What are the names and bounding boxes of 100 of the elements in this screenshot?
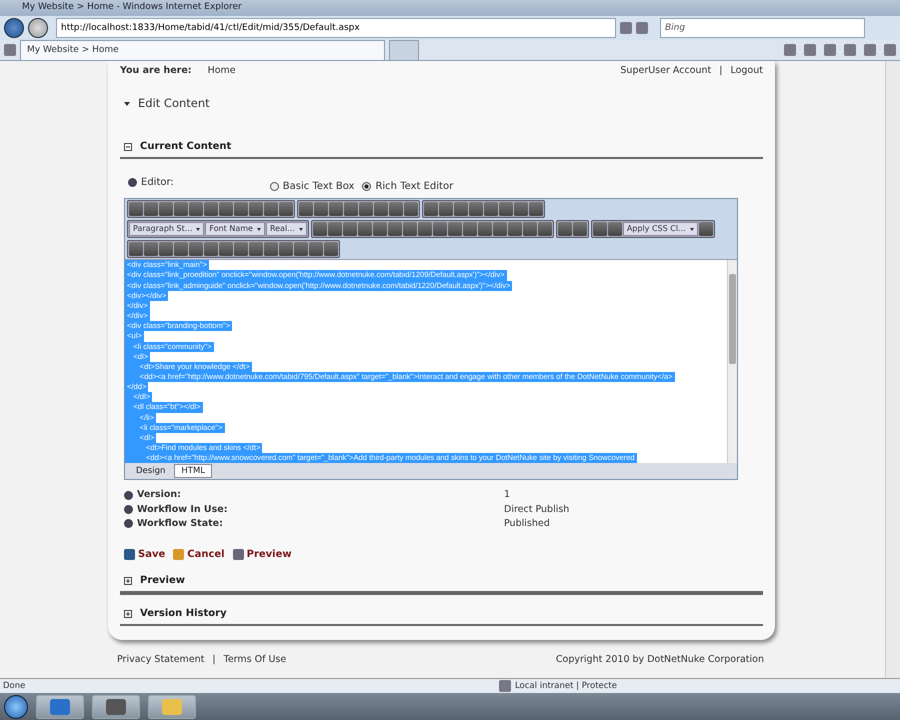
- security-zone: Local intranet | Protecte: [514, 680, 617, 692]
- toolbar-icon[interactable]: [328, 222, 342, 236]
- start-button[interactable]: [4, 695, 28, 719]
- toolbar-icon[interactable]: [294, 242, 308, 256]
- toolbar-icon[interactable]: [129, 202, 143, 216]
- toolbar-icon[interactable]: [432, 222, 447, 236]
- toolbar-icon[interactable]: [329, 202, 343, 216]
- toolbar-icon[interactable]: [448, 222, 462, 236]
- toolbar-icon[interactable]: [249, 202, 263, 216]
- toolbar-icon[interactable]: [309, 242, 323, 256]
- logout-link[interactable]: Logout: [730, 64, 763, 78]
- preview-link[interactable]: Preview: [232, 547, 292, 562]
- toolbar-icon[interactable]: [418, 222, 432, 236]
- toolbar-icon[interactable]: [592, 222, 607, 236]
- toolbar-icon[interactable]: [389, 202, 403, 216]
- toolbar-icon[interactable]: [189, 202, 203, 216]
- toolbar-dropdown[interactable]: Real...: [266, 222, 307, 236]
- expand-toggle-icon[interactable]: [124, 610, 132, 618]
- toolbar-icon[interactable]: [522, 222, 537, 236]
- user-account-link[interactable]: SuperUser Account: [620, 64, 712, 78]
- toolbar-icon[interactable]: [424, 202, 438, 216]
- toolbar-icon[interactable]: [492, 222, 507, 236]
- toolbar-icon[interactable]: [462, 222, 477, 236]
- toolbar-icon[interactable]: [478, 222, 492, 236]
- scrollbar[interactable]: [727, 260, 737, 464]
- section-title[interactable]: Preview: [140, 573, 186, 588]
- toolbar-dropdown[interactable]: Paragraph St...: [129, 222, 204, 236]
- toolbar-icon[interactable]: [129, 242, 143, 256]
- toolbar-icon[interactable]: [344, 202, 358, 216]
- toolbar-icon[interactable]: [312, 222, 327, 236]
- toolbar-icon[interactable]: [388, 222, 402, 236]
- status-text: Done: [3, 680, 26, 692]
- toolbar-icon[interactable]: [264, 242, 278, 256]
- toolbar-icon[interactable]: [234, 202, 248, 216]
- toolbar-icon[interactable]: [219, 242, 233, 256]
- copyright-text: Copyright 2010 by DotNetNuke Corporation: [556, 653, 764, 667]
- toolbar-icon[interactable]: [698, 222, 713, 236]
- toolbar-icon[interactable]: [234, 242, 248, 256]
- browser-tab[interactable]: My Website > Home: [20, 40, 385, 60]
- toolbar-icon[interactable]: [249, 242, 263, 256]
- toolbar-icon[interactable]: [374, 202, 388, 216]
- toolbar-icon[interactable]: [402, 222, 417, 236]
- toolbar-icon[interactable]: [279, 242, 293, 256]
- collapse-arrow-icon[interactable]: [124, 102, 130, 106]
- view-tab[interactable]: Design: [129, 464, 172, 478]
- radio-option[interactable]: Rich Text Editor: [362, 179, 454, 194]
- breadcrumb-link[interactable]: Home: [208, 64, 236, 78]
- toolbar-icon[interactable]: [358, 222, 372, 236]
- toolbar-icon[interactable]: [558, 222, 572, 236]
- forward-button[interactable]: [28, 18, 48, 38]
- toolbar-icon[interactable]: [469, 202, 483, 216]
- back-button[interactable]: [4, 18, 24, 38]
- footer-link[interactable]: Privacy Statement: [117, 653, 204, 668]
- field-value: 1: [504, 488, 510, 502]
- toolbar-icon[interactable]: [404, 202, 418, 216]
- toolbar-icon[interactable]: [219, 202, 233, 216]
- toolbar-icon[interactable]: [499, 202, 513, 216]
- breadcrumb-label: You are here:: [120, 64, 192, 78]
- toolbar-icon[interactable]: [324, 242, 338, 256]
- toolbar-icon[interactable]: [608, 222, 622, 236]
- toolbar-icon[interactable]: [174, 202, 188, 216]
- footer-link[interactable]: Terms Of Use: [224, 653, 286, 668]
- toolbar-icon[interactable]: [144, 242, 158, 256]
- radio-option[interactable]: Basic Text Box: [270, 179, 354, 194]
- toolbar-icon[interactable]: [299, 202, 313, 216]
- section-title[interactable]: Version History: [140, 606, 227, 621]
- view-tab[interactable]: HTML: [174, 464, 212, 478]
- expand-toggle-icon[interactable]: [124, 576, 132, 584]
- toolbar-icon[interactable]: [189, 242, 203, 256]
- toolbar-dropdown[interactable]: Apply CSS Cl...: [622, 222, 698, 236]
- toolbar-icon[interactable]: [279, 202, 293, 216]
- cancel-link[interactable]: Cancel: [173, 547, 225, 562]
- toolbar-icon[interactable]: [538, 222, 552, 236]
- toolbar-icon[interactable]: [372, 222, 387, 236]
- save-link[interactable]: Save: [124, 547, 166, 562]
- toolbar-icon[interactable]: [174, 242, 188, 256]
- toolbar-icon[interactable]: [204, 242, 218, 256]
- toolbar-icon[interactable]: [342, 222, 357, 236]
- toolbar-icon[interactable]: [484, 202, 498, 216]
- toolbar-icon[interactable]: [159, 242, 173, 256]
- address-field[interactable]: http://localhost:1833/Home/tabid/41/ctl/Edit/mid/355/Default.aspx: [56, 18, 616, 38]
- toolbar-icon[interactable]: [529, 202, 543, 216]
- toolbar-icon[interactable]: [359, 202, 373, 216]
- caret-icon: [690, 228, 694, 231]
- toolbar-icon[interactable]: [264, 202, 278, 216]
- toolbar-icon[interactable]: [159, 202, 173, 216]
- scrollbar[interactable]: [885, 61, 900, 678]
- toolbar-icon[interactable]: [454, 202, 468, 216]
- caret-icon: [256, 228, 261, 231]
- search-field[interactable]: Bing: [660, 18, 865, 38]
- toolbar-icon[interactable]: [572, 222, 587, 236]
- toolbar-icon[interactable]: [439, 202, 453, 216]
- collapse-toggle-icon[interactable]: [124, 142, 132, 151]
- toolbar-icon[interactable]: [144, 202, 158, 216]
- toolbar-icon[interactable]: [204, 202, 218, 216]
- window-title: My Website > Home - Windows Internet Explorer: [22, 1, 242, 14]
- toolbar-icon[interactable]: [514, 202, 528, 216]
- toolbar-icon[interactable]: [508, 222, 522, 236]
- toolbar-dropdown[interactable]: Font Name: [205, 222, 265, 236]
- toolbar-icon[interactable]: [314, 202, 328, 216]
